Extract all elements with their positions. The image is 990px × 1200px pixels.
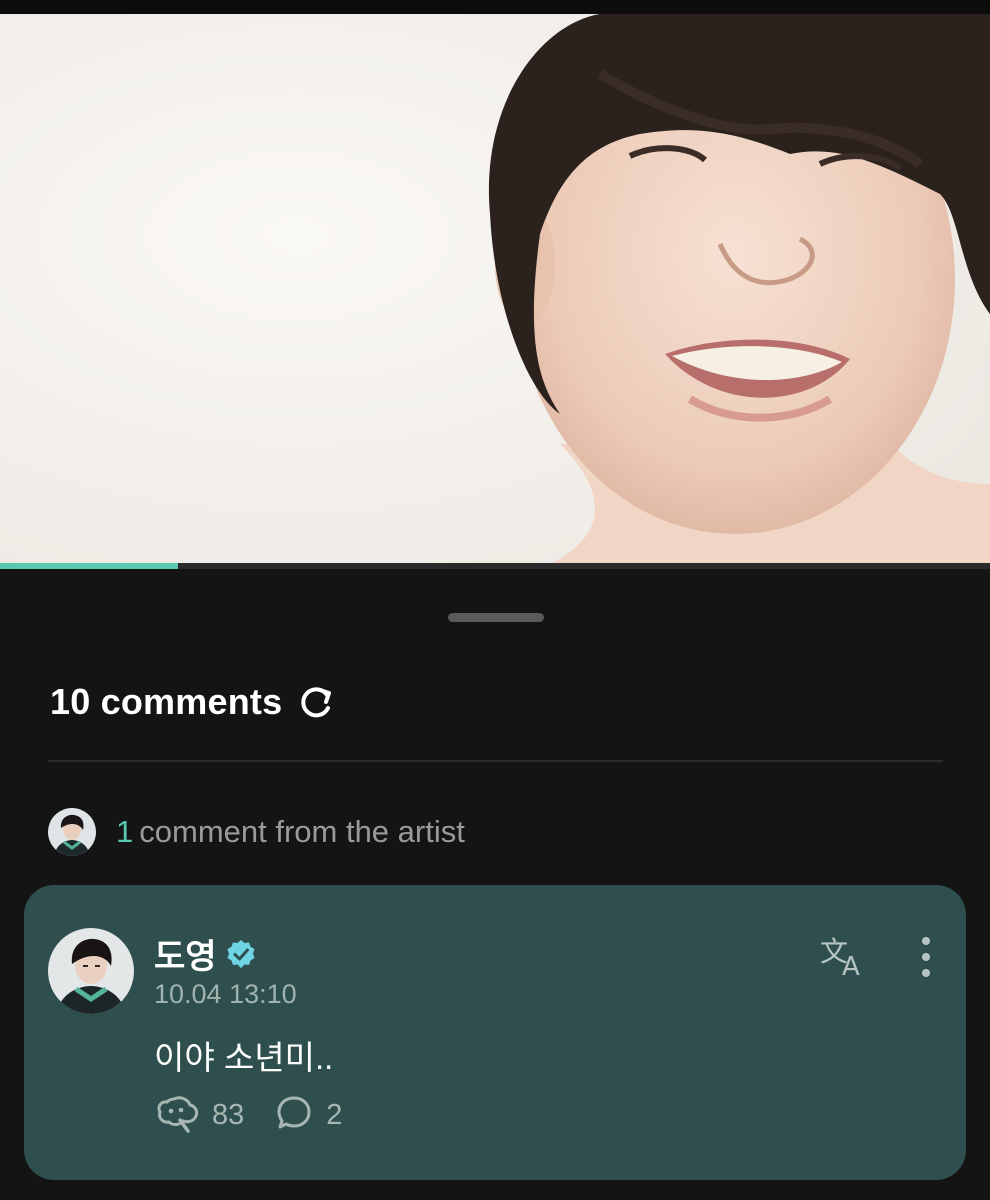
comments-sheet: 10 comments 1 comment from the artist 도영… bbox=[0, 569, 990, 1200]
artist-comments-link[interactable]: 1 comment from the artist bbox=[48, 808, 465, 856]
artist-comments-summary: 1 comment from the artist bbox=[116, 814, 465, 850]
artist-comments-label: comment from the artist bbox=[139, 814, 465, 849]
svg-text:A: A bbox=[842, 952, 860, 979]
refresh-icon[interactable] bbox=[296, 682, 336, 722]
verified-badge-icon bbox=[225, 938, 257, 970]
more-vertical-icon[interactable] bbox=[906, 935, 946, 979]
like-count: 83 bbox=[212, 1099, 245, 1131]
reply-count: 2 bbox=[326, 1099, 343, 1131]
reply-icon bbox=[274, 1093, 314, 1138]
comment-timestamp: 10.04 13:10 bbox=[154, 979, 297, 1009]
translate-icon[interactable]: 文 A bbox=[818, 933, 872, 982]
author-name[interactable]: 도영 bbox=[154, 929, 217, 978]
like-button[interactable]: 83 bbox=[154, 1093, 244, 1138]
video-frame-image bbox=[0, 14, 990, 569]
status-strip bbox=[0, 0, 990, 14]
artist-avatar-small bbox=[48, 808, 96, 856]
like-icon bbox=[154, 1093, 200, 1138]
drag-handle[interactable] bbox=[448, 613, 544, 622]
video-player[interactable] bbox=[0, 14, 990, 569]
comments-header: 10 comments bbox=[50, 681, 336, 723]
author-avatar[interactable] bbox=[48, 928, 134, 1014]
artist-comment-card[interactable]: 도영 10.04 13:10 이야 소년미.. 83 2 文 A bbox=[24, 885, 966, 1180]
artist-comments-count: 1 bbox=[116, 814, 134, 849]
header-divider bbox=[48, 760, 943, 762]
comments-screen: 10 comments 1 comment from the artist 도영… bbox=[0, 0, 990, 1200]
comment-text: 이야 소년미.. bbox=[154, 1039, 334, 1076]
comments-count-title: 10 comments bbox=[50, 681, 283, 722]
comment-actions: 83 2 bbox=[154, 1093, 372, 1138]
reply-button[interactable]: 2 bbox=[274, 1093, 342, 1138]
author-row: 도영 bbox=[154, 929, 257, 978]
